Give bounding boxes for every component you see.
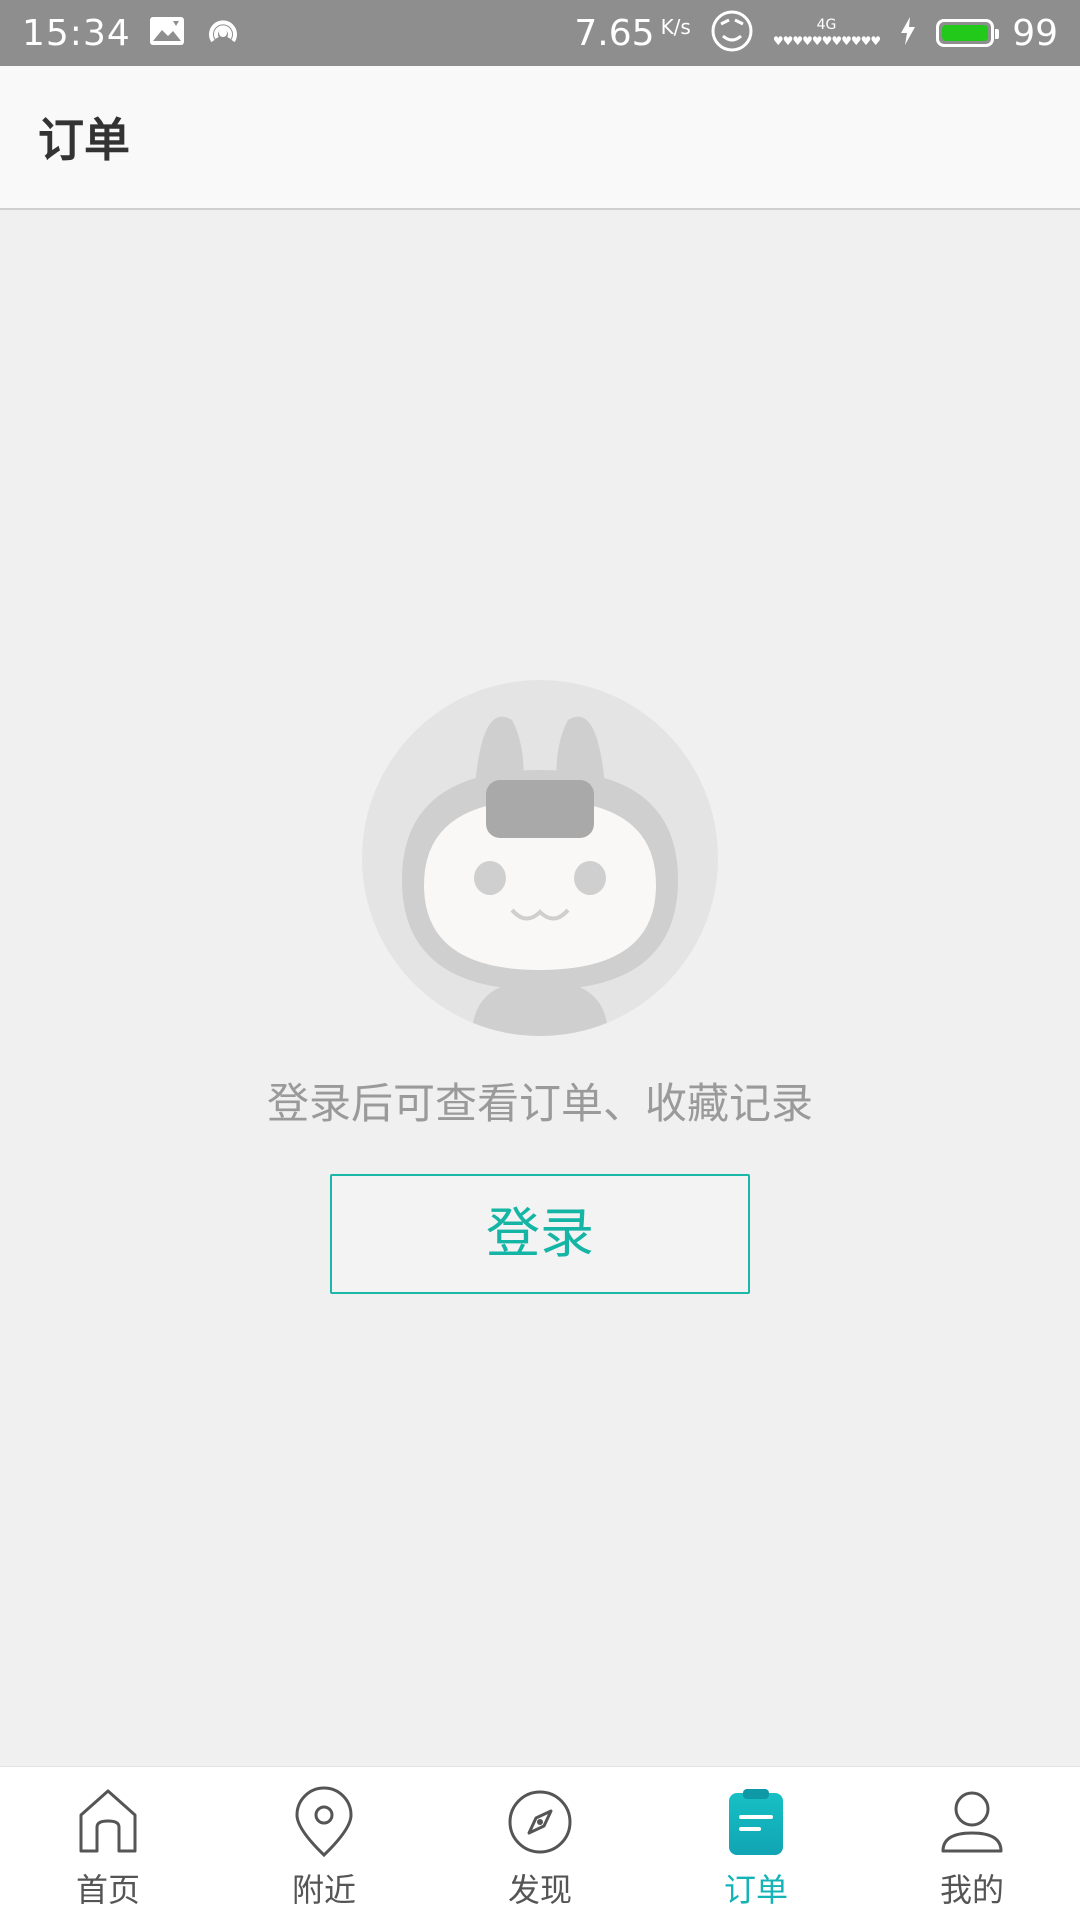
user-icon <box>941 1791 1003 1853</box>
sticker-icon <box>709 8 755 58</box>
tab-orders-label: 订单 <box>723 1871 788 1909</box>
battery-level <box>942 25 989 41</box>
bottom-tab-bar: 首页 附近 发现 订单 我的 <box>0 1766 1080 1920</box>
tab-discover[interactable]: 发现 <box>432 1767 648 1920</box>
network-speed: 7.65 <box>574 12 655 54</box>
home-icon <box>79 1789 137 1853</box>
status-time: 15:34 <box>22 12 131 54</box>
charging-icon <box>898 15 918 51</box>
battery-icon <box>936 19 1000 47</box>
tab-orders[interactable]: 订单 <box>648 1767 864 1920</box>
tab-profile[interactable]: 我的 <box>864 1767 1080 1920</box>
tab-nearby[interactable]: 附近 <box>216 1767 432 1920</box>
tab-home-label: 首页 <box>75 1871 140 1909</box>
login-button[interactable]: 登录 <box>330 1174 750 1294</box>
status-bar: 15:34 7.65 K/s 4G ♥♥♥♥♥♥♥♥♥♥♥ 99 <box>0 0 1080 66</box>
tab-profile-label: 我的 <box>939 1871 1004 1909</box>
mascot-illustration <box>362 680 718 1036</box>
tab-home[interactable]: 首页 <box>0 1767 216 1920</box>
tab-nearby-label: 附近 <box>291 1871 356 1909</box>
image-notification-icon <box>149 16 185 50</box>
status-bar-right: 7.65 K/s 4G ♥♥♥♥♥♥♥♥♥♥♥ 99 <box>574 8 1058 58</box>
signal-strength-icon: ♥♥♥♥♥♥♥♥♥♥♥ <box>772 34 881 48</box>
hotspot-icon <box>203 11 243 55</box>
network-speed-unit: K/s <box>660 15 691 39</box>
empty-state-message: 登录后可查看订单、收藏记录 <box>266 1079 813 1128</box>
empty-state-content: 登录后可查看订单、收藏记录 登录 <box>0 210 1080 1766</box>
app-header: 订单 <box>0 66 1080 210</box>
network-type: 4G <box>816 17 837 33</box>
signal-sim1: 4G ♥♥♥♥♥♥♥♥♥♥♥ <box>772 17 881 49</box>
status-bar-left: 15:34 <box>22 11 243 55</box>
location-pin-icon <box>295 1786 353 1858</box>
battery-percent: 99 <box>1012 12 1058 54</box>
tab-discover-label: 发现 <box>507 1871 572 1909</box>
compass-icon <box>508 1790 572 1854</box>
page-title: 订单 <box>38 113 130 167</box>
order-list-icon <box>729 1789 783 1855</box>
